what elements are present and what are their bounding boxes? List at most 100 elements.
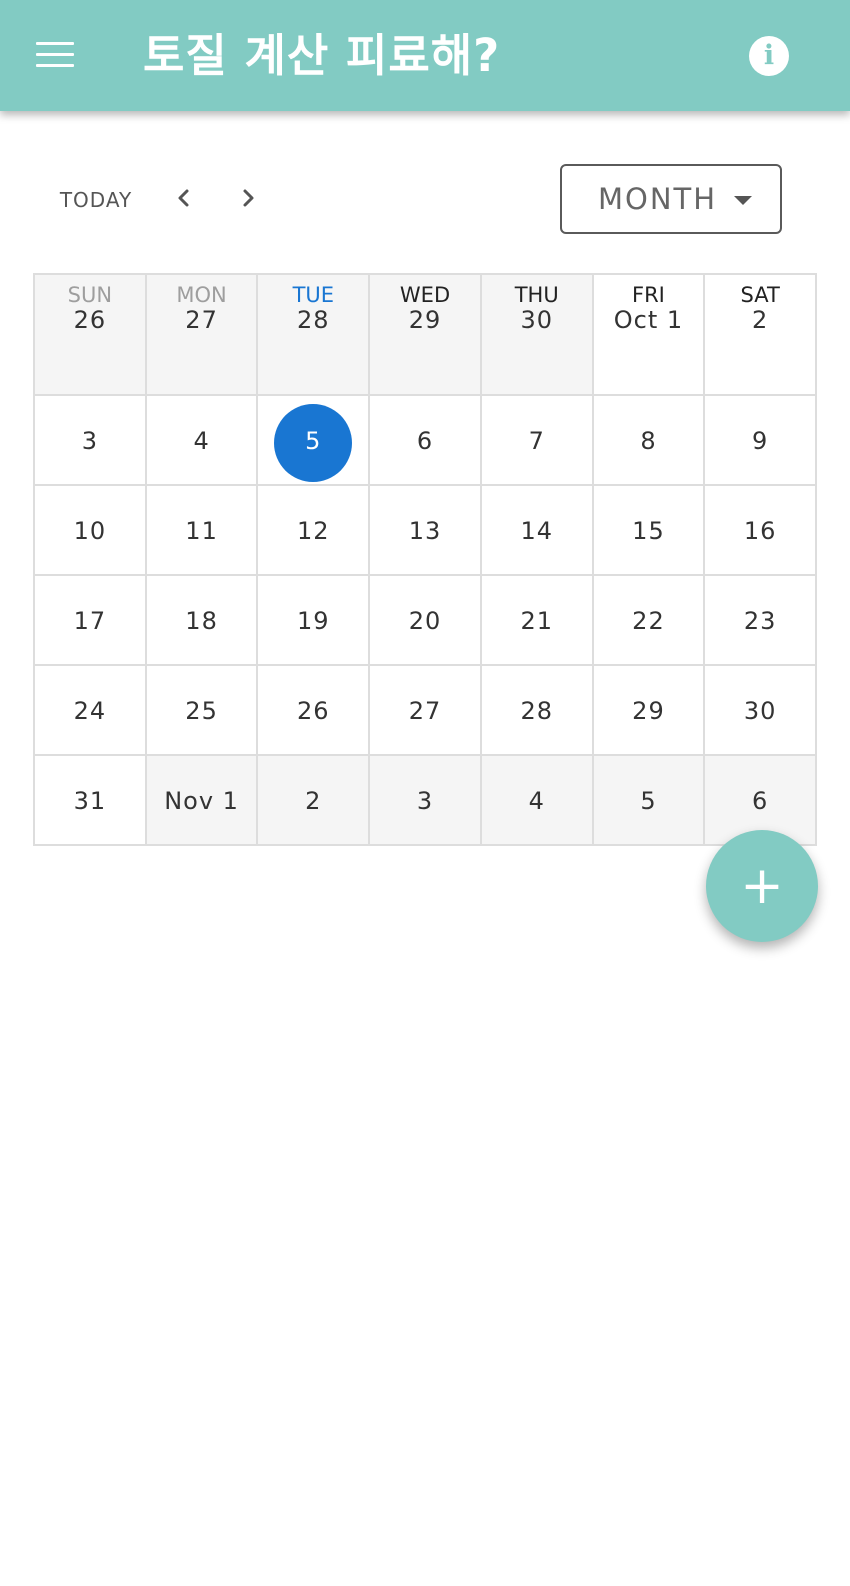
calendar-day-cell[interactable]: 3 (370, 756, 482, 846)
view-type-select[interactable]: MONTH (560, 164, 782, 234)
calendar-day-cell[interactable]: 8 (593, 396, 706, 486)
calendar-day-cell[interactable]: Nov 1 (146, 756, 259, 846)
day-number: 6 (752, 787, 769, 815)
calendar-day-cell[interactable]: 13 (370, 486, 482, 576)
calendar-day-cell[interactable]: TUE 28 (258, 275, 371, 396)
calendar-day-cell[interactable]: 25 (146, 666, 259, 756)
day-number: 16 (743, 517, 777, 545)
day-number: 29 (632, 697, 665, 725)
calendar-day-cell[interactable]: 24 (35, 666, 147, 756)
calendar-day-cell[interactable]: 2 (258, 756, 371, 846)
calendar-day-cell[interactable]: SAT 2 (705, 275, 818, 396)
day-number: 5 (640, 787, 657, 815)
day-number: 11 (185, 517, 218, 545)
day-number: 18 (185, 607, 218, 635)
day-number: 26 (73, 306, 107, 334)
calendar-day-cell[interactable]: 11 (146, 486, 259, 576)
calendar-day-cell[interactable]: FRI Oct 1 (593, 275, 706, 396)
caret-down-icon (734, 196, 752, 205)
day-number: 14 (520, 517, 553, 545)
calendar-day-cell[interactable]: 19 (258, 576, 371, 666)
calendar-day-cell[interactable]: 5 (258, 396, 371, 486)
calendar-day-cell[interactable]: 4 (481, 756, 594, 846)
calendar-day-cell[interactable]: 27 (370, 666, 482, 756)
calendar-day-cell[interactable]: 15 (593, 486, 706, 576)
chevron-right-icon[interactable] (230, 180, 266, 216)
calendar-day-cell[interactable]: 4 (146, 396, 259, 486)
day-number: 19 (297, 607, 330, 635)
calendar-week-row: 3 4 5 6 7 8 9 (35, 396, 818, 486)
calendar-day-cell[interactable]: 10 (35, 486, 147, 576)
calendar-day-cell[interactable]: 16 (705, 486, 818, 576)
day-number: 24 (73, 697, 107, 725)
calendar-day-cell[interactable]: THU 30 (481, 275, 594, 396)
calendar-week-row: 24 25 26 27 28 29 30 (35, 666, 818, 756)
day-number: Oct 1 (613, 306, 684, 334)
today-button[interactable]: TODAY (50, 182, 142, 218)
calendar-day-cell[interactable]: 28 (481, 666, 594, 756)
calendar-day-cell[interactable]: 23 (705, 576, 818, 666)
day-number: 15 (632, 517, 665, 545)
day-number: 13 (408, 517, 442, 545)
day-number: 21 (520, 607, 553, 635)
calendar-day-cell[interactable]: SUN 26 (35, 275, 147, 396)
day-number: 2 (305, 787, 322, 815)
day-number: 27 (408, 697, 442, 725)
app-bar: 토질 계산 피료해? i (0, 0, 850, 111)
day-number: 29 (408, 306, 442, 334)
day-number: 6 (416, 427, 434, 455)
chevron-left-icon[interactable] (166, 180, 202, 216)
calendar-week-row: 31 Nov 1 2 3 4 5 6 (35, 756, 818, 846)
day-number: 9 (752, 427, 769, 455)
day-number: 7 (528, 427, 545, 455)
day-number: 28 (297, 306, 330, 334)
calendar-day-cell[interactable]: 29 (593, 666, 706, 756)
info-icon[interactable]: i (749, 36, 789, 76)
view-type-selected-value: MONTH (598, 182, 718, 216)
month-calendar: SUN 26 MON 27 TUE 28 WED 29 THU 30 FRI Oct 1 SAT 2 3 4 5… (33, 273, 818, 846)
day-number: 30 (520, 306, 553, 334)
day-number: 28 (520, 697, 553, 725)
day-number: 27 (185, 306, 218, 334)
calendar-day-cell[interactable]: 14 (481, 486, 594, 576)
day-number: 3 (416, 787, 434, 815)
calendar-day-cell[interactable]: 3 (35, 396, 147, 486)
day-number: 23 (743, 607, 777, 635)
calendar-week-row: 10 11 12 13 14 15 16 (35, 486, 818, 576)
day-number: 2 (752, 306, 769, 334)
calendar-day-cell[interactable]: 22 (593, 576, 706, 666)
calendar-week-row: SUN 26 MON 27 TUE 28 WED 29 THU 30 FRI Oct 1 SAT 2 (35, 275, 818, 396)
app-title: 토질 계산 피료해? (143, 29, 501, 82)
calendar-day-cell[interactable]: 21 (481, 576, 594, 666)
calendar-day-cell[interactable]: 5 (593, 756, 706, 846)
calendar-day-cell[interactable]: 6 (370, 396, 482, 486)
add-event-button[interactable]: + (706, 830, 818, 942)
day-number: 8 (640, 427, 657, 455)
calendar-day-cell[interactable]: WED 29 (370, 275, 482, 396)
day-number: 31 (73, 787, 107, 815)
day-number: 4 (528, 787, 545, 815)
day-number: 10 (73, 517, 107, 545)
calendar-day-cell[interactable]: 9 (705, 396, 818, 486)
calendar-day-cell[interactable]: 12 (258, 486, 371, 576)
calendar-day-cell[interactable]: 26 (258, 666, 371, 756)
day-number: 4 (193, 427, 210, 455)
day-number: 3 (81, 427, 98, 455)
day-number: 25 (185, 697, 218, 725)
day-number: 22 (632, 607, 665, 635)
calendar-day-cell[interactable]: 18 (146, 576, 259, 666)
calendar-day-cell[interactable]: MON 27 (146, 275, 259, 396)
calendar-day-cell[interactable]: 31 (35, 756, 147, 846)
day-number: 26 (297, 697, 330, 725)
day-number: Nov 1 (164, 787, 239, 815)
day-number: 12 (297, 517, 330, 545)
calendar-day-cell[interactable]: 30 (705, 666, 818, 756)
day-number: 20 (408, 607, 442, 635)
calendar-day-cell[interactable]: 20 (370, 576, 482, 666)
calendar-day-cell[interactable]: 17 (35, 576, 147, 666)
menu-icon[interactable] (36, 40, 74, 70)
calendar-week-row: 17 18 19 20 21 22 23 (35, 576, 818, 666)
today-day-number: 5 (305, 427, 322, 455)
day-number: 17 (73, 607, 107, 635)
calendar-day-cell[interactable]: 7 (481, 396, 594, 486)
